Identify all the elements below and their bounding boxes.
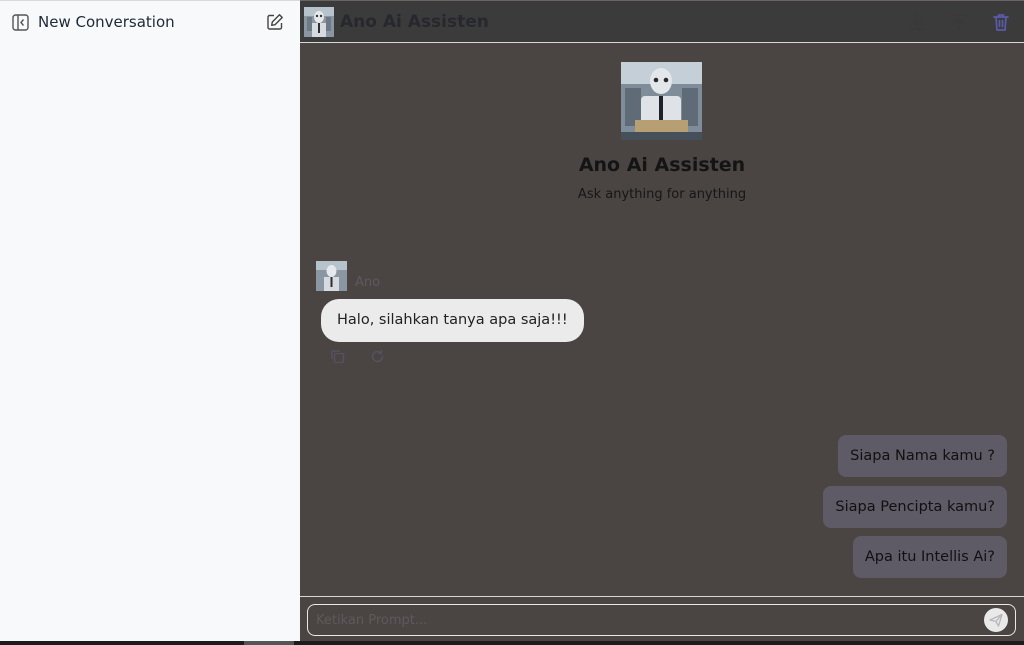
copy-icon[interactable]	[330, 349, 345, 364]
sidebar-collapse-icon[interactable]	[12, 14, 29, 31]
send-icon	[989, 613, 1003, 627]
scrollbar-thumb[interactable]	[244, 641, 294, 645]
download-icon[interactable]	[906, 11, 928, 33]
sidebar: New Conversation	[0, 0, 300, 641]
regenerate-icon[interactable]	[370, 349, 385, 364]
assistant-avatar	[304, 7, 334, 37]
prompt-bar	[300, 596, 1024, 642]
suggestion-button[interactable]: Apa itu Intellis Ai?	[852, 536, 1007, 578]
sidebar-header: New Conversation	[0, 1, 300, 43]
suggestion-button[interactable]: Siapa Nama kamu ?	[838, 435, 1007, 477]
suggestion-button[interactable]: Siapa Pencipta kamu?	[823, 486, 1007, 528]
assistant-name: Ano Ai Assisten	[578, 154, 746, 176]
chat-panel: Ano Ai Assisten Ano Ai Assisten Ask anyt…	[300, 0, 1024, 642]
chat-header-title: Ano Ai Assisten	[340, 12, 489, 32]
message-sender: Ano	[355, 275, 381, 290]
sidebar-title[interactable]: New Conversation	[38, 13, 175, 31]
assistant-hero-avatar	[621, 62, 702, 140]
prompt-input[interactable]	[307, 604, 1016, 636]
trash-icon[interactable]	[990, 11, 1012, 33]
upload-icon[interactable]	[948, 11, 970, 33]
horizontal-scrollbar[interactable]	[0, 641, 1024, 645]
message-avatar	[316, 261, 347, 291]
send-button[interactable]	[984, 608, 1008, 632]
chat-header: Ano Ai Assisten	[300, 1, 1024, 43]
assistant-tagline: Ask anything for anything	[577, 187, 747, 202]
assistant-message: Halo, silahkan tanya apa saja!!!	[321, 299, 584, 342]
edit-icon[interactable]	[266, 13, 284, 31]
